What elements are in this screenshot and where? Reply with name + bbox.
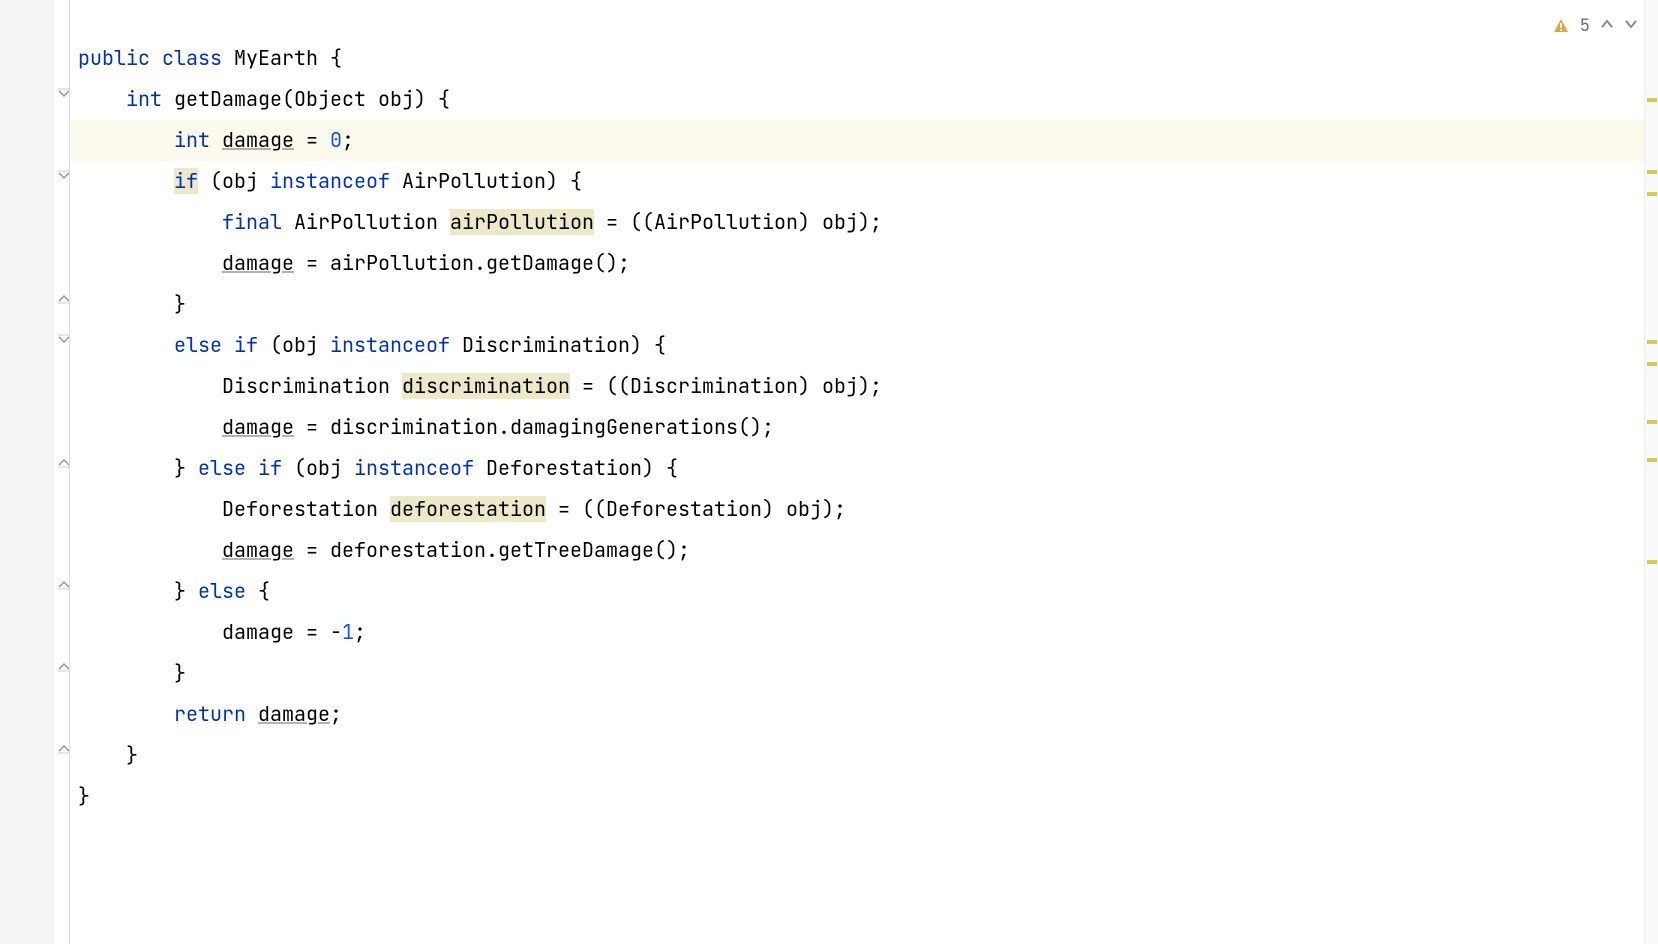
code-line[interactable]: Discrimination discrimination = ((Discri… — [70, 366, 1658, 407]
warning-stripe[interactable] — [1647, 98, 1657, 102]
code-line[interactable]: } — [70, 735, 1658, 776]
warning-stripe[interactable] — [1647, 192, 1657, 196]
code-line[interactable]: } — [70, 776, 1658, 817]
code-line[interactable]: int getDamage(Object obj) { — [70, 79, 1658, 120]
code-line-current[interactable]: int damage = 0; — [70, 120, 1658, 161]
editor-gutter — [0, 0, 70, 944]
warning-icon[interactable] — [1552, 17, 1570, 35]
next-highlight-icon[interactable] — [1624, 14, 1638, 37]
prev-highlight-icon[interactable] — [1600, 14, 1614, 37]
code-line[interactable]: damage = discrimination.damagingGenerati… — [70, 407, 1658, 448]
code-line[interactable]: } else if (obj instanceof Deforestation)… — [70, 448, 1658, 489]
warning-stripe[interactable] — [1647, 362, 1657, 366]
code-line[interactable]: } — [70, 284, 1658, 325]
code-line[interactable]: } — [70, 653, 1658, 694]
warning-stripe[interactable] — [1647, 560, 1657, 564]
warning-count: 5 — [1580, 15, 1590, 37]
code-line[interactable]: else if (obj instanceof Discrimination) … — [70, 325, 1658, 366]
code-line[interactable]: Deforestation deforestation = ((Deforest… — [70, 489, 1658, 530]
gutter-background — [0, 0, 54, 944]
warning-stripe[interactable] — [1647, 170, 1657, 174]
code-line[interactable]: damage = -1; — [70, 612, 1658, 653]
code-line[interactable]: final AirPollution airPollution = ((AirP… — [70, 202, 1658, 243]
warning-stripe[interactable] — [1647, 458, 1657, 462]
error-stripe-bar[interactable] — [1644, 0, 1658, 944]
code-line[interactable]: damage = airPollution.getDamage(); — [70, 243, 1658, 284]
code-line[interactable]: if (obj instanceof AirPollution) { — [70, 161, 1658, 202]
code-line[interactable]: return damage; — [70, 694, 1658, 735]
code-line[interactable]: damage = deforestation.getTreeDamage(); — [70, 530, 1658, 571]
code-line[interactable]: public class MyEarth { — [70, 38, 1658, 79]
warning-stripe[interactable] — [1647, 420, 1657, 424]
code-editor[interactable]: 5 public class MyEarth { int getDamage(O… — [70, 0, 1658, 944]
inspection-toolbar: 5 — [1552, 14, 1638, 37]
warning-stripe[interactable] — [1647, 340, 1657, 344]
code-line[interactable]: } else { — [70, 571, 1658, 612]
